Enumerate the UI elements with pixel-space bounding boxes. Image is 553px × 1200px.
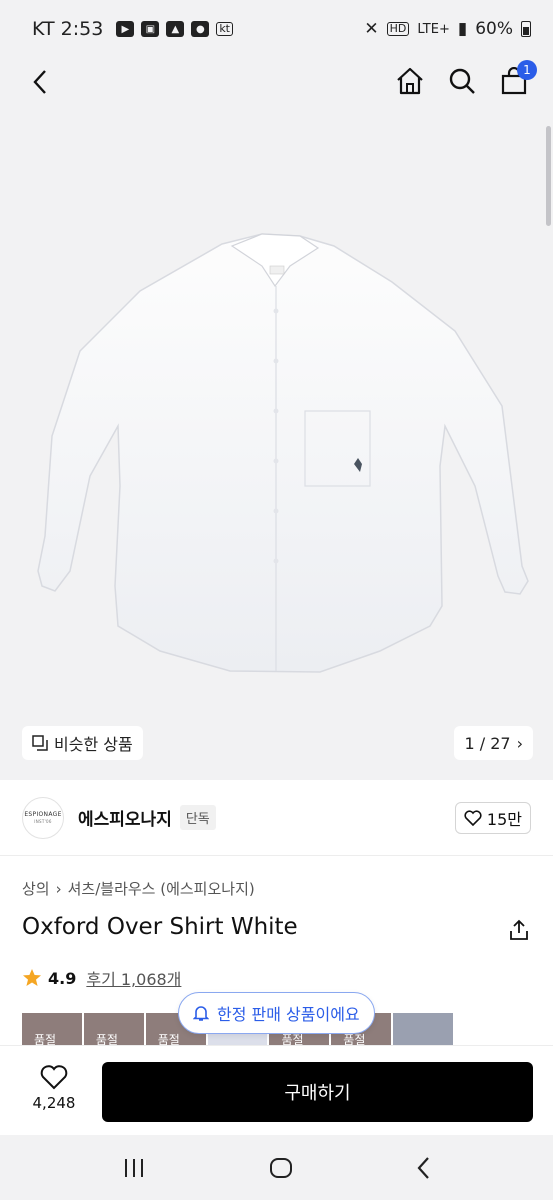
chevron-right-icon: › [516, 733, 523, 753]
hd-icon: HD [386, 22, 410, 36]
similar-products-button[interactable]: 비슷한 상품 [22, 726, 143, 760]
exclusive-badge: 단독 [179, 805, 216, 830]
cart-count-badge: 1 [517, 60, 537, 80]
cart-button[interactable]: 1 [497, 60, 537, 98]
search-icon [449, 68, 475, 94]
brand-row: ESPIONAGE INST'06 에스피오나지 단독 15만 [0, 780, 553, 856]
kt-icon: kt [216, 22, 233, 36]
battery-percent: 60% [475, 19, 513, 39]
rating-row: 4.9 후기 1,068개 [22, 966, 181, 990]
back-nav-icon[interactable] [416, 1156, 432, 1180]
heart-icon [464, 809, 482, 826]
mute-icon: ✕ [364, 19, 379, 39]
star-icon [23, 969, 41, 986]
product-title: Oxford Over Shirt White [22, 914, 298, 940]
brand-like-count: 15만 [486, 809, 522, 829]
option-thumb[interactable]: 품절 [22, 1013, 82, 1045]
similar-label: 비슷한 상품 [54, 735, 133, 754]
option-thumb[interactable] [393, 1013, 453, 1045]
brand-like-button[interactable]: 15만 [454, 801, 531, 834]
product-like-count: 4,248 [32, 1094, 76, 1112]
product-like-button[interactable]: 4,248 [24, 1064, 84, 1112]
status-bar: KT 2:53 ▶ ▣ ▲ ● kt ✕ HD LTE+ ▮ 60% [0, 0, 553, 58]
home-icon [397, 67, 423, 95]
bell-icon [193, 1006, 209, 1021]
image-counter: 1 / 27 [464, 733, 511, 753]
heart-icon [40, 1065, 68, 1090]
shirt-image [37, 233, 529, 673]
breadcrumb-item[interactable]: 상의 [22, 878, 50, 899]
battery-icon [521, 21, 531, 37]
top-nav: 1 [0, 58, 553, 106]
image-counter-button[interactable]: 1 / 27 › [454, 726, 533, 760]
product-image[interactable]: 비슷한 상품 1 / 27 › [0, 106, 553, 780]
rating-score: 4.9 [48, 968, 77, 988]
brand-logo[interactable]: ESPIONAGE INST'06 [22, 796, 64, 839]
system-nav-bar [0, 1135, 553, 1200]
brand-name[interactable]: 에스피오나지 [78, 805, 172, 830]
limited-sale-toast: 한정 판매 상품이에요 [178, 992, 375, 1034]
share-icon[interactable] [507, 918, 531, 942]
option-thumb[interactable]: 품절 [83, 1013, 144, 1045]
back-arrow-icon [33, 70, 46, 94]
review-link[interactable]: 후기 1,068개 [86, 966, 181, 990]
carrier-time: KT 2:53 [32, 18, 104, 40]
chevron-right-icon: › [55, 879, 62, 898]
gallery-icon: ▲ [166, 21, 185, 37]
recent-apps-icon[interactable] [122, 1157, 146, 1179]
back-button[interactable] [24, 66, 56, 98]
breadcrumb: 상의 › 셔츠/블라우스 (에스피오나지) [22, 878, 255, 899]
similar-icon [32, 735, 48, 751]
signal-icon: ▮ [457, 19, 468, 39]
buy-button[interactable]: 구매하기 [102, 1062, 533, 1122]
toast-text: 한정 판매 상품이에요 [217, 1005, 360, 1024]
home-button[interactable] [393, 64, 427, 98]
home-circle-icon[interactable] [269, 1157, 293, 1179]
shopping-bag-icon: ● [191, 21, 210, 37]
breadcrumb-item[interactable]: 셔츠/블라우스 (에스피오나지) [68, 878, 255, 899]
network-label: LTE+ [417, 21, 450, 37]
youtube-icon: ▶ [116, 21, 135, 37]
bottom-buy-bar: 4,248 구매하기 [0, 1045, 553, 1135]
search-button[interactable] [445, 64, 479, 98]
app-icon: ▣ [141, 21, 160, 37]
